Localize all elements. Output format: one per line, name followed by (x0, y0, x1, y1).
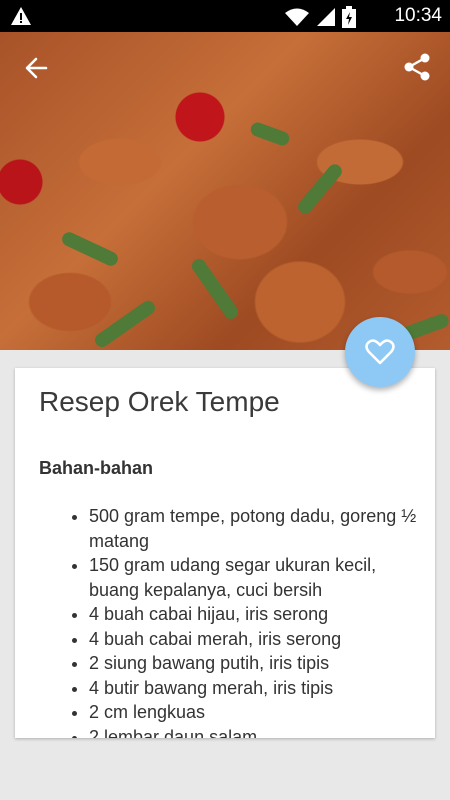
recipe-title: Resep Orek Tempe (39, 386, 280, 417)
signal-icon (317, 8, 335, 26)
share-icon[interactable] (402, 52, 432, 82)
ingredient-item: 500 gram tempe, potong dadu, goreng ½ ma… (89, 504, 429, 553)
status-time: 10:34 (394, 5, 442, 26)
recipe-card: Resep Orek Tempe Bahan-bahan 500 gram te… (15, 368, 435, 738)
ingredient-item: 2 siung bawang putih, iris tipis (89, 651, 429, 676)
food-garnish (92, 298, 158, 350)
wifi-icon (285, 8, 309, 26)
status-bar: 10:34 (0, 0, 450, 32)
food-garnish (295, 161, 345, 217)
battery-icon (342, 6, 356, 28)
ingredient-item: 4 buah cabai merah, iris serong (89, 627, 429, 652)
recipe-hero-image (0, 32, 450, 350)
favorite-button[interactable] (345, 317, 415, 387)
ingredient-item: 150 gram udang segar ukuran kecil, buang… (89, 553, 429, 602)
food-garnish (59, 229, 121, 269)
heart-outline-icon (365, 339, 395, 365)
ingredients-heading: Bahan-bahan (39, 458, 154, 478)
ingredient-item: 2 lembar daun salam (89, 725, 429, 739)
ingredients-list: 500 gram tempe, potong dadu, goreng ½ ma… (39, 504, 429, 738)
ingredient-item: 4 butir bawang merah, iris tipis (89, 676, 429, 701)
food-garnish (248, 120, 292, 148)
back-arrow-icon[interactable] (22, 54, 50, 82)
ingredient-item: 2 cm lengkuas (89, 700, 429, 725)
ingredient-item: 4 buah cabai hijau, iris serong (89, 602, 429, 627)
food-garnish (189, 256, 241, 322)
status-icons (284, 6, 356, 28)
warning-icon (11, 7, 31, 25)
